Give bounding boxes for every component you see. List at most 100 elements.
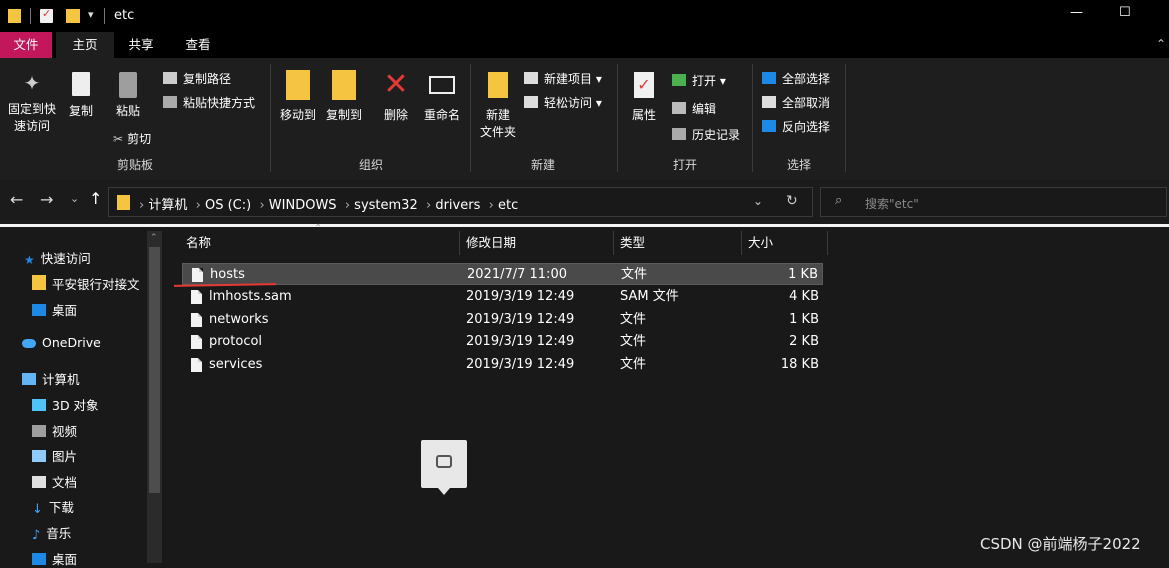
history-button[interactable]: 历史记录	[672, 126, 740, 143]
cut-button[interactable]: ✂ 剪切	[113, 130, 151, 147]
sidebar-scrollbar[interactable]: ⌃	[147, 231, 162, 563]
properties-button[interactable]: ✓ 属性	[624, 72, 664, 123]
sidebar-item-onedrive[interactable]: OneDrive	[22, 335, 101, 350]
navigation-pane: ⌃ ★ 快速访问 平安银行对接文 桌面 OneDrive 计算机 3D 对象 视频…	[0, 227, 166, 567]
sidebar-item-documents[interactable]: 文档	[32, 472, 77, 491]
paste-button[interactable]: 粘贴	[108, 72, 148, 119]
easy-access-icon	[524, 96, 538, 108]
delete-button[interactable]: ✕ 删除	[378, 70, 414, 123]
sidebar-item-label: 音乐	[46, 526, 72, 541]
table-row[interactable]: lmhosts.sam 2019/3/19 12:49 SAM 文件 4 KB	[182, 286, 823, 308]
crumb-drive[interactable]: OS (C:)	[205, 198, 251, 213]
column-header-type[interactable]: 类型	[614, 231, 742, 255]
sidebar-item-this-pc[interactable]: 计算机	[22, 369, 80, 388]
ribbon: ✦ 固定到快 速访问 复制 粘贴 复制路径 粘贴快捷方式 ✂ 剪切 剪贴板 移动到…	[0, 58, 1169, 181]
search-box[interactable]: ⌕ 搜索"etc"	[820, 187, 1167, 217]
divider	[845, 64, 846, 172]
expand-ribbon-icon[interactable]: ⌃	[1156, 37, 1166, 51]
tab-view[interactable]: 查看	[172, 32, 224, 58]
sidebar-item-label: 计算机	[42, 372, 80, 387]
cut-label: 剪切	[127, 132, 152, 146]
folder-icon	[32, 275, 46, 290]
new-folder-button[interactable]: 新建 文件夹	[476, 72, 520, 140]
copy-to-label: 复制到	[325, 108, 362, 122]
table-row[interactable]: protocol 2019/3/19 12:49 文件 2 KB	[182, 331, 823, 353]
pictures-icon	[32, 450, 46, 462]
move-to-label: 移动到	[279, 108, 316, 122]
tab-home[interactable]: 主页	[56, 32, 114, 58]
history-icon	[672, 128, 686, 140]
pin-to-quick-access-button[interactable]: ✦ 固定到快 速访问	[4, 72, 60, 134]
properties-label: 属性	[631, 108, 656, 122]
select-none-button[interactable]: 全部取消	[762, 94, 830, 111]
easy-access-button[interactable]: 轻松访问 ▾	[524, 94, 602, 111]
maximize-button[interactable]: ☐	[1119, 5, 1131, 20]
minimize-button[interactable]: —	[1070, 5, 1083, 20]
column-header-name[interactable]: 名称	[180, 231, 460, 255]
sidebar-item-label: 视频	[52, 424, 78, 439]
sidebar-item-3d-objects[interactable]: 3D 对象	[32, 395, 99, 414]
sidebar-item-videos[interactable]: 视频	[32, 421, 77, 440]
comment-pointer	[438, 488, 450, 495]
move-to-button[interactable]: 移动到	[276, 70, 320, 123]
properties-icon: ✓	[634, 72, 654, 98]
new-folder-quick-icon[interactable]	[66, 9, 80, 23]
copy-button[interactable]: 复制	[64, 72, 98, 119]
scroll-up-icon[interactable]: ⌃	[150, 233, 158, 243]
paste-shortcut-icon	[163, 96, 177, 108]
up-button[interactable]: ↑	[89, 189, 102, 208]
sidebar-item-music[interactable]: ♪ 音乐	[32, 523, 72, 543]
sidebar-item-label: 图片	[52, 449, 78, 464]
sidebar-item-desktop[interactable]: 桌面	[32, 300, 77, 319]
crumb-drivers[interactable]: drivers	[435, 198, 480, 213]
back-button[interactable]: ←	[10, 190, 23, 209]
search-placeholder: 搜索"etc"	[865, 197, 919, 211]
invert-selection-button[interactable]: 反向选择	[762, 118, 830, 135]
file-name: protocol	[209, 334, 263, 349]
sidebar-item-desktop-2[interactable]: 桌面	[32, 549, 77, 568]
file-icon	[191, 358, 202, 372]
properties-quick-icon[interactable]: ✓	[40, 7, 53, 23]
file-icon	[192, 268, 203, 282]
crumb-computer[interactable]: 计算机	[148, 198, 187, 213]
refresh-icon[interactable]: ↻	[786, 193, 798, 209]
address-dropdown-icon[interactable]: ⌄	[753, 194, 763, 208]
copy-to-button[interactable]: 复制到	[322, 70, 366, 123]
edit-button[interactable]: 编辑	[672, 100, 716, 117]
file-size: 2 KB	[789, 334, 819, 349]
new-item-button[interactable]: 新建项目 ▾	[524, 70, 602, 87]
table-row[interactable]: services 2019/3/19 12:49 文件 18 KB	[182, 354, 823, 376]
crumb-system32[interactable]: system32	[354, 198, 418, 213]
select-none-icon	[762, 96, 776, 108]
star-icon: ★	[24, 253, 35, 267]
tab-share[interactable]: 共享	[116, 32, 166, 58]
sidebar-item-quick-access[interactable]: ★ 快速访问	[24, 248, 91, 267]
group-label-open: 打开	[672, 158, 697, 172]
sidebar-item-downloads[interactable]: ↓ 下载	[32, 497, 74, 517]
recent-locations-button[interactable]: ⌄	[70, 192, 79, 205]
table-row[interactable]: networks 2019/3/19 12:49 文件 1 KB	[182, 309, 823, 331]
tab-file[interactable]: 文件	[0, 32, 52, 58]
scrollbar-thumb[interactable]	[149, 247, 160, 493]
forward-button[interactable]: →	[40, 190, 53, 209]
column-header-date[interactable]: 修改日期	[460, 231, 614, 255]
address-bar[interactable]: › 计算机 › OS (C:) › WINDOWS › system32 › d…	[108, 187, 813, 217]
copy-path-button[interactable]: 复制路径	[163, 70, 231, 87]
sidebar-item-pinned-folder[interactable]: 平安银行对接文	[32, 274, 140, 293]
rename-button[interactable]: 重命名	[420, 70, 464, 123]
open-button[interactable]: 打开 ▾	[672, 72, 726, 89]
select-all-button[interactable]: 全部选择	[762, 70, 830, 87]
title-bar: ✓ ▾ etc — ☐	[0, 0, 1169, 32]
comment-button[interactable]	[421, 440, 467, 495]
paste-shortcut-button[interactable]: 粘贴快捷方式	[163, 94, 255, 111]
pin-label-2: 速访问	[13, 119, 50, 133]
crumb-windows[interactable]: WINDOWS	[269, 198, 337, 213]
column-header-size[interactable]: 大小	[742, 231, 828, 255]
crumb-etc[interactable]: etc	[498, 198, 518, 213]
file-type: 文件	[620, 357, 647, 372]
divider	[104, 8, 105, 24]
customize-quick-access-icon[interactable]: ▾	[88, 8, 94, 21]
table-row[interactable]: hosts 2021/7/7 11:00 文件 1 KB	[182, 263, 823, 285]
file-size: 4 KB	[789, 289, 819, 304]
sidebar-item-pictures[interactable]: 图片	[32, 446, 77, 465]
